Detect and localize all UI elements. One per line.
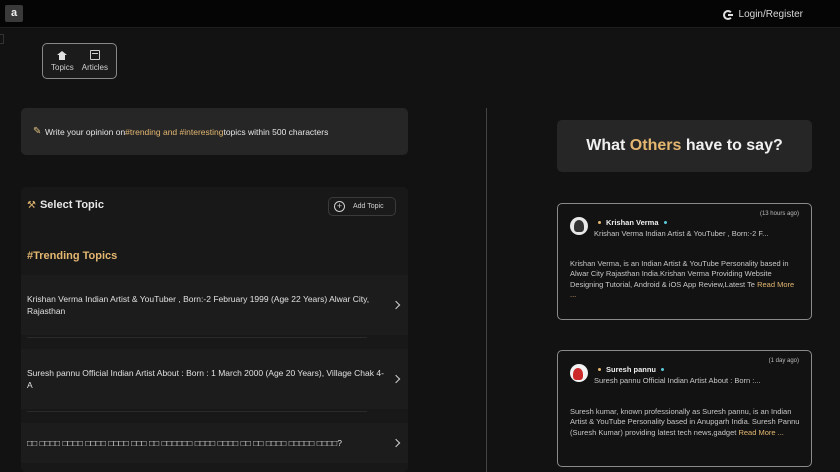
- hammer-icon: ⚒: [27, 199, 36, 211]
- card-time: (1 day ago): [768, 358, 799, 364]
- topic-text: □□ □□□□ □□□□ □□□□ □□□□ □□□ □□ □□□□□□ □□□…: [27, 438, 343, 448]
- chevron-right-icon: [391, 374, 401, 384]
- card-body-text: Krishan Verma, is an Indian Artist & You…: [570, 259, 789, 289]
- vertical-divider: [486, 108, 487, 472]
- online-dot-icon: [661, 368, 665, 371]
- topic-text: Krishan Verma Indian Artist & YouTuber ,…: [27, 294, 370, 316]
- dot-icon: [598, 368, 601, 371]
- chevron-right-icon: [391, 438, 401, 448]
- card-body: Krishan Verma, is an Indian Artist & You…: [570, 259, 802, 300]
- card-topic: Suresh pannu Official Indian Artist Abou…: [594, 376, 761, 385]
- topic-row[interactable]: □□ □□□□ □□□□ □□□□ □□□□ □□□ □□ □□□□□□ □□□…: [21, 423, 408, 463]
- opinion-suffix: topics within 500 characters: [223, 126, 329, 137]
- topic-row[interactable]: Suresh pannu Official Indian Artist Abou…: [21, 349, 408, 409]
- nav-item-topics[interactable]: Topics: [51, 50, 74, 72]
- avatar: [570, 364, 588, 382]
- plus-circle-icon: +: [334, 201, 345, 212]
- add-topic-label: Add Topic: [353, 203, 384, 210]
- login-register-link[interactable]: Login/Register: [722, 9, 803, 20]
- read-more-link[interactable]: Read More ...: [738, 428, 783, 437]
- card-body: Suresh kumar, known professionally as Su…: [570, 407, 802, 438]
- others-highlight: Others: [629, 137, 682, 154]
- nav-box: Topics Articles: [42, 43, 117, 79]
- others-heading: What Others have to say?: [557, 120, 812, 172]
- others-word2: have to say?: [681, 137, 783, 154]
- select-topic-label: Select Topic: [39, 199, 104, 211]
- card-author[interactable]: Krishan Verma: [598, 218, 667, 227]
- home-icon: [57, 50, 68, 60]
- topic-text: Suresh pannu Official Indian Artist Abou…: [27, 368, 384, 390]
- dot-icon: [598, 221, 601, 224]
- card-time: (13 hours ago): [759, 211, 799, 217]
- opinion-tags: #trending and #interesting: [125, 126, 224, 137]
- author-name: Krishan Verma: [606, 218, 659, 227]
- top-bar: a Login/Register: [0, 0, 840, 28]
- add-topic-button[interactable]: + Add Topic: [328, 197, 396, 216]
- nav-item-articles[interactable]: Articles: [82, 50, 108, 72]
- author-name: Suresh pannu: [606, 365, 657, 374]
- chevron-right-icon: [391, 300, 401, 310]
- nav-label-articles: Articles: [81, 63, 108, 72]
- site-logo[interactable]: a: [5, 5, 23, 22]
- opinion-prefix: Write your opinion on: [45, 126, 126, 137]
- select-topic-panel: ⚒ Select Topic + Add Topic #Trending Top…: [21, 187, 408, 472]
- write-opinion-box[interactable]: ✎ Write your opinion on #trending and #i…: [21, 108, 408, 155]
- side-scroll-marker: [0, 34, 4, 44]
- select-topic-title: ⚒ Select Topic: [27, 199, 104, 211]
- opinion-card[interactable]: (1 day ago) Suresh pannu Suresh pannu Of…: [557, 350, 812, 467]
- others-word1: What: [586, 137, 630, 154]
- card-topic: Krishan Verma Indian Artist & YouTuber ,…: [594, 229, 769, 238]
- login-label: Login/Register: [738, 9, 803, 20]
- online-dot-icon: [663, 221, 667, 224]
- opinion-card[interactable]: (13 hours ago) Krishan Verma Krishan Ver…: [557, 203, 812, 320]
- topic-row[interactable]: Krishan Verma Indian Artist & YouTuber ,…: [21, 275, 408, 335]
- nav-label-topics: Topics: [51, 62, 74, 72]
- google-icon: [722, 9, 733, 20]
- row-separator: [27, 337, 367, 338]
- article-icon: [89, 50, 100, 60]
- card-author[interactable]: Suresh pannu: [598, 365, 665, 374]
- avatar: [570, 217, 588, 235]
- trending-topics-heading: #Trending Topics: [27, 250, 118, 262]
- row-separator: [27, 411, 367, 412]
- pencil-icon: ✎: [33, 125, 42, 137]
